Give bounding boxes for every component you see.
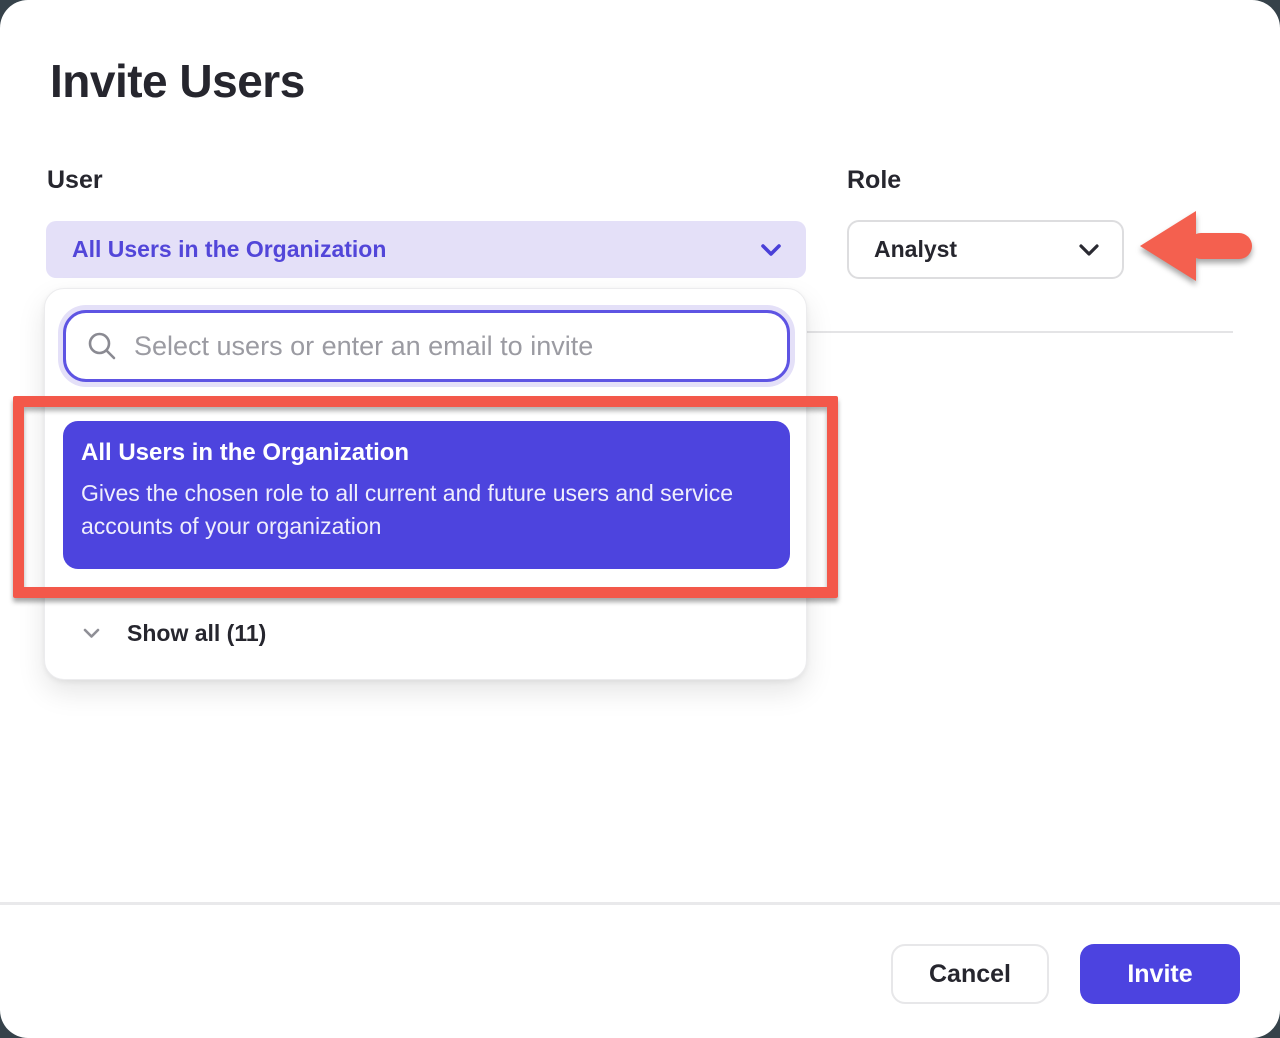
role-select-value: Analyst xyxy=(874,236,1078,263)
search-input[interactable] xyxy=(134,331,767,362)
invite-users-dialog: Invite Users User Role All Users in the … xyxy=(0,0,1280,1038)
search-icon xyxy=(86,330,118,362)
footer-divider xyxy=(0,902,1280,905)
chevron-down-icon xyxy=(83,628,100,639)
chevron-down-icon xyxy=(760,243,782,257)
option-all-users[interactable]: All Users in the Organization Gives the … xyxy=(63,421,790,569)
option-title: All Users in the Organization xyxy=(81,439,772,467)
annotation-arrow-left-icon xyxy=(1136,206,1256,288)
option-description: Gives the chosen role to all current and… xyxy=(81,477,766,543)
user-select-value: All Users in the Organization xyxy=(72,236,760,263)
dialog-title: Invite Users xyxy=(50,54,305,108)
user-select[interactable]: All Users in the Organization xyxy=(46,221,806,278)
cancel-button[interactable]: Cancel xyxy=(891,944,1049,1004)
show-all-toggle[interactable]: Show all (11) xyxy=(45,607,806,659)
user-field-label: User xyxy=(47,166,103,195)
show-all-label: Show all (11) xyxy=(127,620,266,647)
role-field-label: Role xyxy=(847,166,901,195)
user-search-field[interactable] xyxy=(63,310,790,382)
invite-button[interactable]: Invite xyxy=(1080,944,1240,1004)
user-dropdown-panel: All Users in the Organization Gives the … xyxy=(44,288,807,680)
page-background: Invite Users User Role All Users in the … xyxy=(0,0,1280,1038)
role-select[interactable]: Analyst xyxy=(847,220,1124,279)
chevron-down-icon xyxy=(1078,243,1100,257)
